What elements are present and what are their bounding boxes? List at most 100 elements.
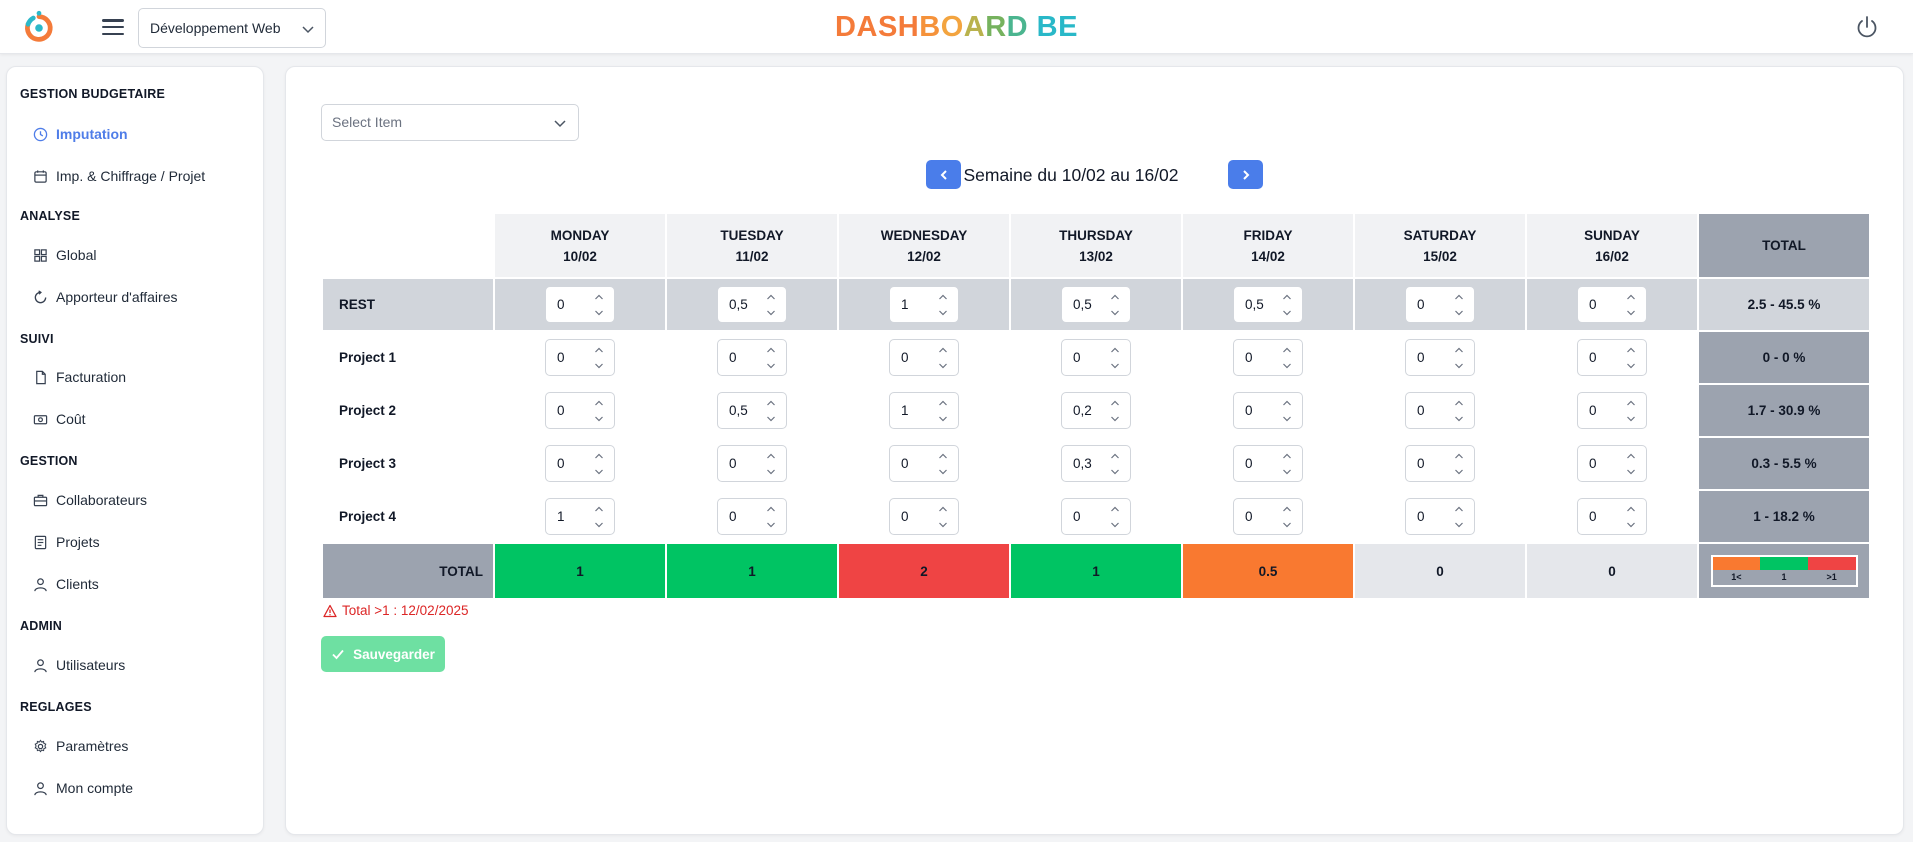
hours-cell: 0,5 [1181,277,1355,332]
spinner-arrows-icon[interactable] [594,346,604,370]
spinner-arrows-icon[interactable] [1110,505,1120,529]
power-icon[interactable] [1854,14,1880,40]
spinner-arrows-icon[interactable] [1110,293,1120,317]
spinner-arrows-icon[interactable] [1282,399,1292,423]
hours-input[interactable]: 0 [889,498,959,535]
next-week-button[interactable] [1228,160,1263,189]
spinner-arrows-icon[interactable] [766,452,776,476]
hours-input[interactable]: 0 [889,339,959,376]
legend-color-bar [1712,557,1856,570]
hours-input[interactable]: 0,5 [1061,286,1131,323]
spinner-arrows-icon[interactable] [594,452,604,476]
hours-input[interactable]: 0,5 [1233,286,1303,323]
spinner-arrows-icon[interactable] [938,452,948,476]
hours-input[interactable]: 0 [1233,339,1303,376]
sidebar-item-mon-compte[interactable]: Mon compte [33,775,133,801]
hours-input[interactable]: 0 [1577,286,1647,323]
spinner-arrows-icon[interactable] [1110,346,1120,370]
hours-input[interactable]: 0,5 [717,392,787,429]
spinner-arrows-icon[interactable] [1626,346,1636,370]
spinner-arrows-icon[interactable] [1110,399,1120,423]
hours-cell: 0,5 [665,383,839,438]
spinner-arrows-icon[interactable] [1454,399,1464,423]
hours-input[interactable]: 0 [1405,445,1475,482]
hours-input[interactable]: 0 [1405,498,1475,535]
hours-cell: 0 [665,489,839,544]
hours-cell: 0 [665,330,839,385]
workspace-select[interactable]: Développement Web [138,8,326,48]
spinner-arrows-icon[interactable] [1454,293,1464,317]
row-label: Project 1 [321,330,495,385]
hours-input[interactable]: 0 [1405,339,1475,376]
spinner-arrows-icon[interactable] [938,505,948,529]
app-logo[interactable] [20,9,58,47]
hours-input[interactable]: 1 [889,392,959,429]
item-select[interactable]: Select Item [321,104,579,141]
hours-input[interactable]: 0,2 [1061,392,1131,429]
hours-input[interactable]: 0 [717,339,787,376]
sidebar-item-projets[interactable]: Projets [33,529,100,555]
hours-input[interactable]: 0 [545,286,615,323]
hours-input[interactable]: 0,5 [717,286,787,323]
hours-input[interactable]: 0 [1577,445,1647,482]
hours-input[interactable]: 0 [1577,339,1647,376]
hours-input[interactable]: 0 [1233,445,1303,482]
hours-input[interactable]: 0 [1577,392,1647,429]
sidebar-item-cout[interactable]: Coût [33,406,86,432]
spinner-arrows-icon[interactable] [1454,452,1464,476]
hours-input[interactable]: 0 [1061,498,1131,535]
hours-input[interactable]: 1 [545,498,615,535]
spinner-arrows-icon[interactable] [766,505,776,529]
spinner-arrows-icon[interactable] [1282,505,1292,529]
hours-input[interactable]: 0 [545,392,615,429]
hours-input-value: 0,5 [1245,297,1264,312]
sidebar-item-utilisateurs[interactable]: Utilisateurs [33,652,125,678]
legend-swatch [1760,557,1808,570]
spinner-arrows-icon[interactable] [1626,452,1636,476]
hours-input[interactable]: 0 [1233,498,1303,535]
sidebar-item-imp-chiffrage[interactable]: Imp. & Chiffrage / Projet [33,163,205,189]
hours-input[interactable]: 0,3 [1061,445,1131,482]
day-date: 13/02 [1079,248,1113,264]
sidebar-item-global[interactable]: Global [33,242,96,268]
sidebar-item-collaborateurs[interactable]: Collaborateurs [33,487,147,513]
spinner-arrows-icon[interactable] [1454,505,1464,529]
spinner-arrows-icon[interactable] [1110,452,1120,476]
hours-input[interactable]: 0 [545,445,615,482]
spinner-arrows-icon[interactable] [1282,452,1292,476]
save-button[interactable]: Sauvegarder [321,636,445,672]
hours-input[interactable]: 0 [1061,339,1131,376]
hours-input[interactable]: 0 [1405,286,1475,323]
spinner-arrows-icon[interactable] [766,399,776,423]
spinner-arrows-icon[interactable] [938,399,948,423]
sidebar-item-clients[interactable]: Clients [33,571,99,597]
spinner-arrows-icon[interactable] [938,346,948,370]
spinner-arrows-icon[interactable] [1626,399,1636,423]
hours-input[interactable]: 0 [545,339,615,376]
sidebar-item-imputation[interactable]: Imputation [33,121,128,147]
spinner-arrows-icon[interactable] [1626,505,1636,529]
sidebar-item-parametres[interactable]: Paramètres [33,733,128,759]
sidebar-item-facturation[interactable]: Facturation [33,364,126,390]
spinner-arrows-icon[interactable] [1626,293,1636,317]
hours-input[interactable]: 0 [1405,392,1475,429]
spinner-arrows-icon[interactable] [1282,346,1292,370]
spinner-arrows-icon[interactable] [594,505,604,529]
row-label: Project 4 [321,489,495,544]
spinner-arrows-icon[interactable] [938,293,948,317]
spinner-arrows-icon[interactable] [594,399,604,423]
hours-input[interactable]: 0 [717,445,787,482]
spinner-arrows-icon[interactable] [594,293,604,317]
spinner-arrows-icon[interactable] [1454,346,1464,370]
menu-toggle-button[interactable] [100,16,126,38]
spinner-arrows-icon[interactable] [766,293,776,317]
spinner-arrows-icon[interactable] [1282,293,1292,317]
hours-input[interactable]: 0 [717,498,787,535]
hours-input[interactable]: 1 [889,286,959,323]
sidebar-item-apporteur[interactable]: Apporteur d'affaires [33,284,178,310]
hours-input[interactable]: 0 [1233,392,1303,429]
spinner-arrows-icon[interactable] [766,346,776,370]
hours-input[interactable]: 0 [1577,498,1647,535]
day-date: 10/02 [563,248,597,264]
hours-input[interactable]: 0 [889,445,959,482]
